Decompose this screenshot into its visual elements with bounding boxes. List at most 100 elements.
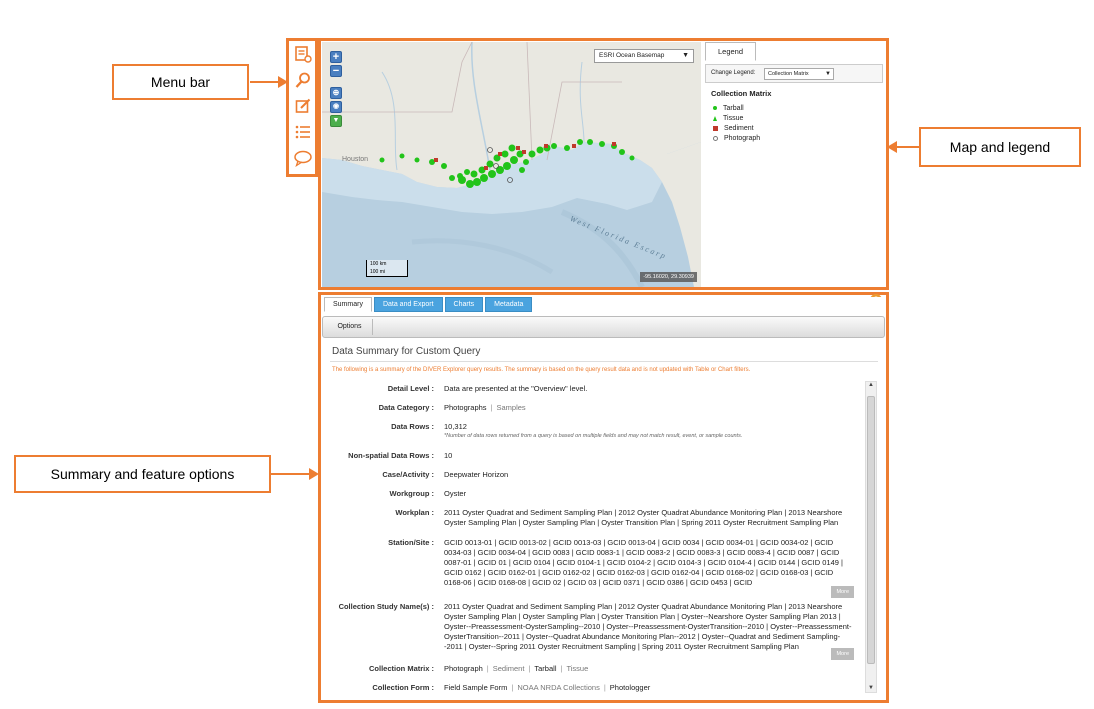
map-label-houston: Houston	[342, 156, 369, 163]
legend-items: Tarball Tissue Sediment Photograph	[713, 103, 760, 143]
tab-legend[interactable]: Legend	[705, 42, 757, 61]
data-rows-note: *Number of data rows returned from a que…	[444, 433, 743, 439]
report-icon[interactable]	[290, 41, 316, 67]
form-row: Collection Form : Field Sample Form | NOAA…	[322, 683, 862, 693]
map-view[interactable]: Houston West Florida Escarp + − ⊕ ◉ ▼ ES…	[322, 42, 701, 287]
legend-panel: Legend Change Legend: Collection Matrix …	[703, 42, 886, 287]
matrix-row: Collection Matrix : Photograph | Sediment |…	[322, 664, 862, 674]
legend-item: Sediment	[713, 123, 760, 133]
tab-charts[interactable]: Charts	[444, 297, 484, 312]
detail-level-row: Detail Level : Data are presented at the…	[322, 384, 862, 394]
basemap-label: ESRI Ocean Basemap	[599, 52, 665, 59]
heading-divider	[330, 361, 878, 362]
legend-item: Photograph	[713, 133, 760, 143]
summary-notice: The following is a summary of the DIVER …	[332, 367, 751, 373]
form-field-sample[interactable]: Field Sample Form	[444, 683, 507, 692]
callout-menu-bar: Menu bar	[112, 64, 249, 100]
zoom-out-button[interactable]: −	[330, 65, 342, 77]
study-row: Collection Study Name(s) : 2011 Oyster Q…	[322, 602, 862, 660]
workgroup-value: Oyster	[444, 489, 467, 498]
zoom-extent-button[interactable]: ⊕	[330, 87, 342, 99]
callout-summary-options: Summary and feature options	[14, 455, 271, 493]
edit-icon[interactable]	[290, 93, 316, 119]
legend-item-label: Tarball	[723, 104, 744, 112]
options-button[interactable]: Options	[327, 319, 373, 335]
workplan-label: Workplan :	[395, 508, 434, 517]
summary-panel: Summary Data and Export Charts Metadata Opt…	[322, 297, 885, 699]
detail-level-label: Detail Level :	[387, 384, 434, 393]
basemap-select[interactable]: ESRI Ocean Basemap ▼	[594, 49, 694, 63]
non-spatial-row: Non-spatial Data Rows : 10	[322, 451, 862, 461]
station-row: Station/Site : GCID 0013-01 | GCID 0013-…	[322, 538, 862, 598]
station-value: GCID 0013-01 | GCID 0013-02 | GCID 0013-…	[444, 538, 843, 587]
change-legend-label: Change Legend:	[711, 70, 756, 76]
detail-level-value: Data are presented at the "Overview" lev…	[444, 384, 588, 393]
workplan-value: 2011 Oyster Quadrat and Sediment Samplin…	[444, 508, 843, 527]
summary-scrollbar[interactable]: ▲ ▼	[865, 381, 877, 693]
square-symbol-icon	[713, 125, 718, 131]
summary-heading: Data Summary for Custom Query	[332, 346, 481, 357]
study-label: Collection Study Name(s) :	[338, 602, 434, 611]
matrix-tarball[interactable]: Tarball	[534, 664, 556, 673]
scroll-down-icon[interactable]: ▼	[866, 685, 876, 691]
summary-content: Detail Level : Data are presented at the…	[322, 384, 862, 702]
tab-metadata[interactable]: Metadata	[485, 297, 533, 312]
station-label: Station/Site :	[388, 538, 434, 547]
case-label: Case/Activity :	[382, 470, 434, 479]
legend-item-label: Tissue	[723, 114, 744, 122]
scale-bar: 100 km 100 mi	[366, 260, 408, 277]
workgroup-row: Workgroup : Oyster	[322, 489, 862, 499]
legend-item-label: Sediment	[724, 124, 754, 132]
data-category-photographs[interactable]: Photographs	[444, 403, 487, 412]
zoom-in-button[interactable]: +	[330, 51, 342, 63]
matrix-label: Collection Matrix :	[368, 664, 434, 673]
matrix-photograph[interactable]: Photograph	[444, 664, 483, 673]
chevron-down-icon: ▼	[682, 52, 689, 59]
list-icon[interactable]	[290, 119, 316, 145]
identify-button[interactable]: ◉	[330, 101, 342, 113]
data-category-row: Data Category : Photographs | Samples	[322, 403, 862, 413]
search-icon[interactable]	[290, 67, 316, 93]
chevron-down-icon: ▼	[825, 71, 831, 77]
data-category-label: Data Category :	[378, 403, 434, 412]
change-legend-value: Collection Matrix	[768, 71, 809, 77]
matrix-sediment[interactable]: Sediment	[493, 664, 525, 673]
data-rows-label: Data Rows :	[391, 422, 434, 431]
scale-km: 100 km	[370, 261, 387, 267]
menu-bar	[290, 41, 316, 175]
data-rows-value: 10,312	[444, 422, 467, 431]
non-spatial-value: 10	[444, 451, 453, 460]
legend-item: Tissue	[713, 113, 760, 123]
non-spatial-label: Non-spatial Data Rows :	[348, 451, 434, 460]
study-value: 2011 Oyster Quadrat and Sediment Samplin…	[444, 602, 852, 651]
panel-tabs: Summary Data and Export Charts Metadata	[322, 297, 885, 312]
scroll-thumb[interactable]	[867, 396, 875, 664]
dot-symbol-icon	[713, 106, 717, 110]
data-category-samples[interactable]: Samples	[497, 403, 526, 412]
data-rows-row: Data Rows : 10,312 *Number of data rows r…	[322, 422, 862, 441]
form-noaa[interactable]: NOAA NRDA Collections	[517, 683, 600, 692]
locate-button[interactable]: ▼	[330, 115, 342, 127]
scroll-up-icon[interactable]: ▲	[866, 382, 876, 388]
scale-mi: 100 mi	[370, 269, 386, 275]
station-more-button[interactable]: More	[831, 586, 854, 598]
workplan-row: Workplan : 2011 Oyster Quadrat and Sedim…	[322, 508, 862, 528]
triangle-symbol-icon	[713, 115, 717, 121]
comment-icon[interactable]	[290, 145, 316, 171]
callout-map-legend: Map and legend	[919, 127, 1081, 167]
change-legend-select[interactable]: Collection Matrix ▼	[764, 68, 834, 80]
coordinate-readout: -95.16020, 29.30939	[640, 272, 697, 282]
tab-data-and-export[interactable]: Data and Export	[373, 297, 443, 312]
legend-toolbar: Change Legend: Collection Matrix ▼	[705, 64, 883, 83]
options-bar: Options	[322, 316, 885, 338]
case-row: Case/Activity : Deepwater Horizon	[322, 470, 862, 480]
form-label: Collection Form :	[372, 683, 434, 692]
matrix-tissue[interactable]: Tissue	[566, 664, 588, 673]
study-more-button[interactable]: More	[831, 648, 854, 660]
tab-summary[interactable]: Summary	[324, 297, 372, 312]
case-value: Deepwater Horizon	[444, 470, 509, 479]
legend-item: Tarball	[713, 103, 760, 113]
legend-item-label: Photograph	[724, 134, 761, 142]
form-photologger[interactable]: Photologger	[610, 683, 650, 692]
legend-title: Collection Matrix	[711, 89, 772, 98]
